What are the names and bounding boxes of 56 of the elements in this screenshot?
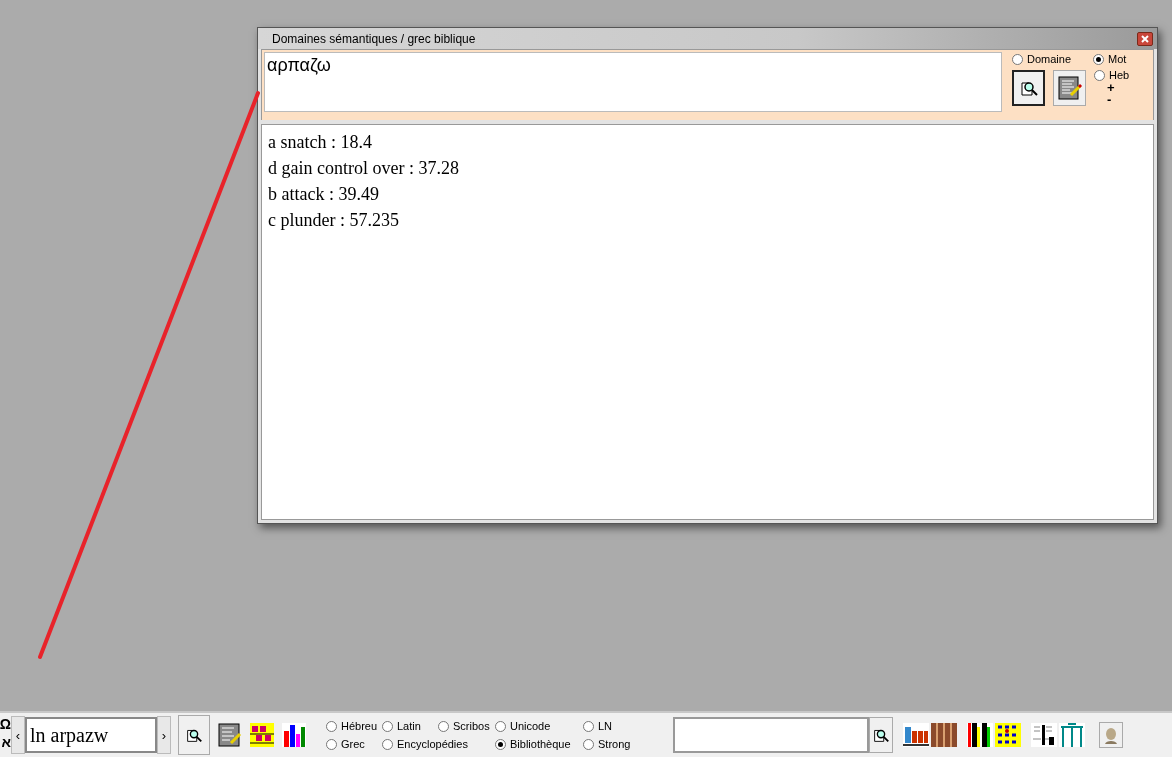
radio-circle[interactable] [1094, 69, 1105, 81]
radio-circle[interactable] [326, 720, 337, 732]
radio-circle[interactable] [382, 738, 393, 750]
result-line[interactable]: a snatch : 18.4 [268, 129, 1147, 155]
result-line[interactable]: d gain control over : 37.28 [268, 155, 1147, 181]
radio-option[interactable]: Heb [1094, 68, 1130, 82]
radio-circle[interactable] [326, 738, 337, 750]
radio-circle[interactable] [382, 720, 393, 732]
radio-option[interactable]: Mot [1093, 52, 1127, 66]
next-button[interactable]: › [157, 716, 171, 754]
notepad-pencil-icon [1056, 75, 1083, 101]
omega-key[interactable]: Ω [0, 715, 11, 733]
zoom-out-button[interactable]: - [1094, 94, 1112, 106]
radio-option[interactable]: Hébreu [326, 720, 382, 732]
close-icon [1141, 34, 1149, 43]
edit-button[interactable] [1053, 70, 1086, 106]
radio-option[interactable]: LN [583, 720, 663, 732]
radio-circle[interactable] [438, 720, 449, 732]
text-columns-icon[interactable] [1031, 723, 1057, 747]
result-line[interactable]: b attack : 39.49 [268, 181, 1147, 207]
radio-option[interactable]: Unicode [495, 720, 583, 732]
close-button[interactable] [1137, 31, 1153, 46]
radio-option[interactable]: Bibliothèque [495, 738, 583, 750]
query-text: αρπαζω [267, 55, 331, 75]
stripes-icon[interactable] [967, 723, 993, 747]
books-icon[interactable] [903, 723, 929, 747]
radio-option[interactable]: Encyclopédies [382, 738, 495, 750]
grid-pattern-icon[interactable] [250, 723, 274, 747]
window-title: Domaines sémantiques / grec biblique [272, 31, 476, 46]
radio-circle[interactable] [1093, 53, 1105, 65]
alef-key[interactable]: א [1, 733, 11, 751]
result-line[interactable]: c plunder : 57.235 [268, 207, 1147, 233]
radio-circle[interactable] [495, 738, 506, 750]
search-field[interactable]: ln arpazw [25, 717, 157, 753]
bust-button[interactable] [1099, 722, 1123, 748]
zoom-in-button[interactable]: + [1094, 82, 1115, 94]
frame-icon[interactable] [1059, 723, 1085, 747]
symbol-grid-icon[interactable] [995, 723, 1021, 747]
bar-chart-icon[interactable] [282, 723, 306, 747]
previous-button[interactable]: ‹ [11, 716, 25, 754]
bust-icon [1102, 726, 1120, 744]
radio-circle[interactable] [1012, 53, 1023, 65]
radio-circle[interactable] [583, 720, 594, 732]
search-button[interactable] [869, 717, 893, 753]
notepad-pencil-icon[interactable] [218, 723, 242, 747]
query-field[interactable]: αρπαζω [264, 52, 1002, 112]
search-button[interactable] [1012, 70, 1045, 106]
radio-option[interactable]: Strong [583, 738, 663, 750]
radio-option[interactable]: Grec [326, 738, 382, 750]
text-field[interactable] [673, 717, 869, 753]
radio-option[interactable]: Domaine [1012, 52, 1072, 66]
radio-circle[interactable] [583, 738, 594, 750]
search-button[interactable] [178, 715, 210, 755]
radio-option[interactable]: Latin [382, 720, 438, 732]
radio-option[interactable]: Scribos [438, 720, 495, 732]
radio-circle[interactable] [495, 720, 506, 732]
